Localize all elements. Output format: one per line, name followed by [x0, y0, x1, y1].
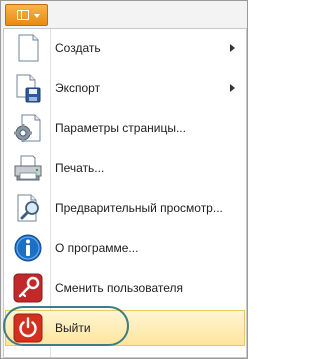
- menu-item-print-preview[interactable]: Предварительный просмотр...: [5, 190, 245, 226]
- printer-icon: [13, 153, 43, 183]
- menu-item-label: Экспорт: [55, 81, 101, 95]
- menu-item-page-setup[interactable]: Параметры страницы...: [5, 110, 245, 146]
- chevron-down-icon: [34, 14, 40, 18]
- info-icon: [13, 233, 43, 263]
- menu-item-label: Выйти: [55, 321, 91, 335]
- new-document-icon: [13, 33, 43, 63]
- submenu-arrow-icon: [230, 44, 235, 52]
- export-save-icon: [13, 73, 43, 103]
- menu-item-create[interactable]: Создать: [5, 30, 245, 66]
- menu-item-label: Предварительный просмотр...: [55, 201, 223, 215]
- submenu-arrow-icon: [230, 84, 235, 92]
- power-icon: [13, 313, 43, 343]
- page-setup-icon: [13, 113, 43, 143]
- menu-item-label: Параметры страницы...: [55, 121, 186, 135]
- document-menu-icon: [17, 10, 29, 20]
- menu-item-label: Печать...: [55, 161, 105, 175]
- menu-item-label: Создать: [55, 41, 101, 55]
- menu-item-label: О программе...: [55, 241, 139, 255]
- print-preview-icon: [13, 193, 43, 223]
- menu-item-label: Сменить пользователя: [55, 281, 183, 295]
- app-menu-window: Создать Экспорт Параметры страницы... Пе…: [0, 0, 248, 359]
- menu-item-about[interactable]: О программе...: [5, 230, 245, 266]
- app-menu-dropdown: Создать Экспорт Параметры страницы... Пе…: [3, 28, 247, 358]
- menu-item-print[interactable]: Печать...: [5, 150, 245, 186]
- app-menu-button[interactable]: [5, 4, 48, 26]
- key-icon: [13, 273, 43, 303]
- menu-item-export[interactable]: Экспорт: [5, 70, 245, 106]
- menu-item-switch-user[interactable]: Сменить пользователя: [5, 270, 245, 306]
- menu-item-exit[interactable]: Выйти: [5, 310, 245, 346]
